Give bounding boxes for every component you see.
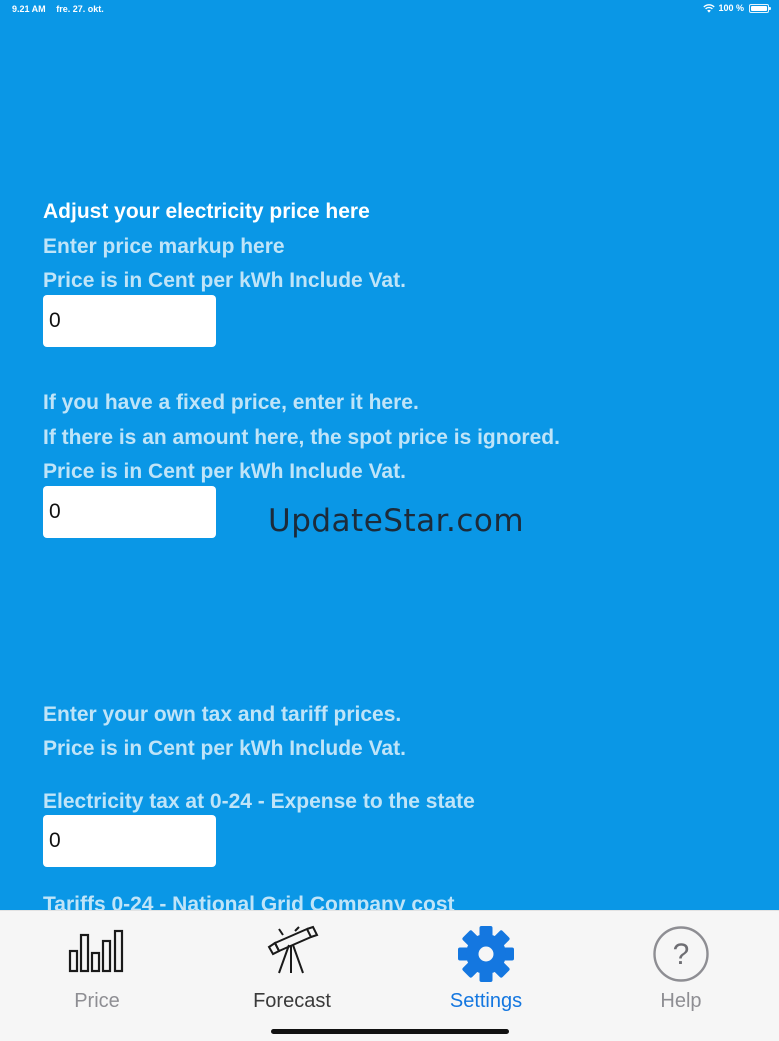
tab-settings[interactable]: Settings bbox=[406, 911, 566, 1021]
status-date: fre. 27. okt. bbox=[56, 4, 104, 14]
tab-price-label: Price bbox=[74, 990, 120, 1012]
tab-bar: Price Forecast Settings ? Help bbox=[0, 910, 779, 1041]
telescope-icon bbox=[267, 925, 319, 974]
wifi-icon bbox=[703, 3, 716, 13]
status-left: 9.21 AM fre. 27. okt. bbox=[12, 4, 112, 14]
electricity-tax-input[interactable]: 0 bbox=[43, 815, 216, 867]
tab-help[interactable]: ? Help bbox=[601, 911, 761, 1021]
fixed-price-note: If there is an amount here, the spot pri… bbox=[43, 426, 560, 449]
tax-intro-label: Enter your own tax and tariff prices. bbox=[43, 703, 402, 726]
tab-settings-label: Settings bbox=[449, 990, 523, 1012]
svg-text:?: ? bbox=[673, 938, 690, 971]
bar-chart-icon bbox=[68, 929, 124, 973]
question-icon: ? bbox=[653, 926, 709, 982]
tab-forecast-label: Forecast bbox=[253, 990, 331, 1012]
fixed-price-label: If you have a fixed price, enter it here… bbox=[43, 391, 419, 414]
watermark: UpdateStar.com bbox=[268, 503, 525, 539]
tab-forecast[interactable]: Forecast bbox=[212, 911, 372, 1021]
status-time: 9.21 AM bbox=[12, 4, 46, 14]
markup-input[interactable]: 0 bbox=[43, 295, 216, 347]
fixed-price-input[interactable]: 0 bbox=[43, 486, 216, 538]
tab-price[interactable]: Price bbox=[17, 911, 177, 1021]
battery-percent: 100 % bbox=[718, 3, 744, 13]
home-indicator[interactable] bbox=[271, 1029, 509, 1034]
tab-help-label: Help bbox=[660, 990, 702, 1012]
markup-unit-label: Price is in Cent per kWh Include Vat. bbox=[43, 269, 406, 292]
tax-unit-label: Price is in Cent per kWh Include Vat. bbox=[43, 737, 406, 760]
markup-label: Enter price markup here bbox=[43, 235, 285, 258]
gear-icon bbox=[458, 926, 514, 982]
status-right: 100 % bbox=[703, 3, 771, 13]
status-bar: 9.21 AM fre. 27. okt. 100 % bbox=[0, 0, 779, 18]
settings-heading: Adjust your electricity price here bbox=[43, 200, 370, 223]
fixed-price-unit-label: Price is in Cent per kWh Include Vat. bbox=[43, 460, 406, 483]
electricity-tax-label: Electricity tax at 0-24 - Expense to the… bbox=[43, 790, 475, 813]
battery-icon bbox=[749, 3, 771, 13]
